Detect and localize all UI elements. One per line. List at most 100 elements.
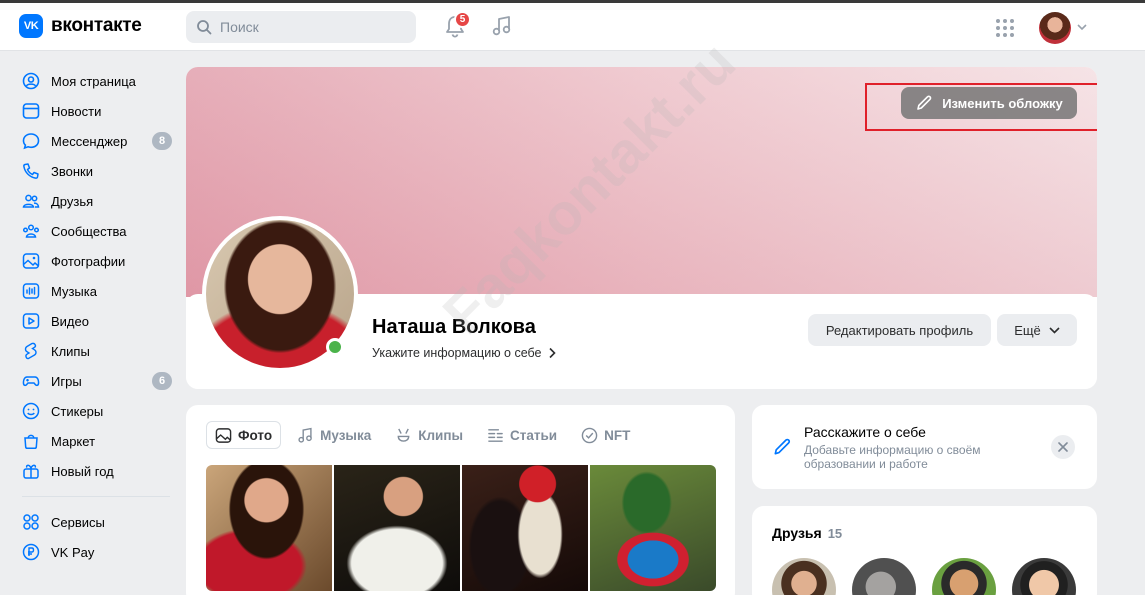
phone-icon xyxy=(23,163,39,179)
sidebar-item-stickers[interactable]: Стикеры xyxy=(16,396,176,426)
tab-label: Фото xyxy=(238,427,273,443)
friends-card: Друзья 15 xyxy=(752,506,1097,595)
sidebar-item-label: Мессенджер xyxy=(51,133,128,149)
sidebar-item-label: Видео xyxy=(51,313,89,329)
sidebar-item-label: Новый год xyxy=(51,463,114,479)
image-icon xyxy=(215,427,232,443)
vk-logo[interactable]: VK вконтакте xyxy=(19,14,142,38)
sidebar-item-my-page[interactable]: Моя страница xyxy=(16,66,176,96)
sidebar-item-label: Фотографии xyxy=(51,253,126,269)
online-status-dot xyxy=(326,338,344,356)
search-icon xyxy=(197,20,212,35)
sidebar-item-calls[interactable]: Звонки xyxy=(16,156,176,186)
about-prompt-card[interactable]: Расскажите о себе Добавьте информацию о … xyxy=(752,405,1097,489)
stickers-icon xyxy=(22,402,40,420)
chevron-down-icon[interactable] xyxy=(1077,23,1087,31)
friends-count: 15 xyxy=(827,526,843,541)
chevron-right-icon xyxy=(548,347,556,359)
music-icon[interactable] xyxy=(491,15,513,37)
sidebar-item-label: Музыка xyxy=(51,283,97,299)
sidebar-item-label: Новости xyxy=(51,103,102,119)
tab-photos[interactable]: Фото xyxy=(206,421,282,449)
profile-name: Наташа Волкова xyxy=(372,316,536,338)
games-icon xyxy=(22,376,40,387)
sidebar-item-friends[interactable]: Друзья xyxy=(16,186,176,216)
sidebar-item-label: Сообщества xyxy=(51,223,127,239)
nft-icon xyxy=(581,427,598,443)
services-icon xyxy=(23,514,39,530)
chevron-down-icon xyxy=(1049,326,1060,334)
tab-label: NFT xyxy=(604,427,631,443)
communities-icon xyxy=(22,224,40,238)
about-subtitle: Добавьте информацию о своём образовании … xyxy=(804,443,981,471)
friend-avatar[interactable] xyxy=(772,558,836,595)
highlight-frame xyxy=(865,83,1097,131)
pencil-icon xyxy=(774,438,791,455)
photo-icon xyxy=(22,253,40,269)
sidebar-item-label: VK Pay xyxy=(51,544,95,560)
avatar[interactable] xyxy=(1039,12,1071,44)
sidebar-item-label: Стикеры xyxy=(51,403,104,419)
music-icon xyxy=(22,283,40,299)
tab-label: Статьи xyxy=(510,427,558,443)
more-button[interactable]: Ещё xyxy=(997,314,1077,346)
vk-logo-text: вконтакте xyxy=(51,15,142,36)
search-input[interactable]: Поиск xyxy=(186,11,416,43)
about-title: Расскажите о себе xyxy=(804,424,926,440)
sidebar-item-label: Друзья xyxy=(51,193,94,209)
apps-grid-icon[interactable] xyxy=(995,18,1015,38)
sidebar-item-services[interactable]: Сервисы xyxy=(16,507,176,537)
sidebar-item-label: Звонки xyxy=(51,163,93,179)
sidebar-item-label: Игры xyxy=(51,373,82,389)
music-note-icon xyxy=(298,427,312,443)
sidebar-item-new-year[interactable]: Новый год xyxy=(16,456,176,486)
vkpay-icon xyxy=(22,543,40,561)
articles-icon xyxy=(488,428,503,442)
sidebar-item-label: Клипы xyxy=(51,343,90,359)
friends-list xyxy=(772,558,1076,595)
friend-avatar[interactable] xyxy=(852,558,916,595)
tab-music[interactable]: Музыка xyxy=(289,421,379,449)
clips-icon xyxy=(397,428,410,442)
sidebar-item-label: Моя страница xyxy=(51,73,136,89)
sidebar-item-vk-pay[interactable]: VK Pay xyxy=(16,537,176,567)
edit-profile-button[interactable]: Редактировать профиль xyxy=(808,314,991,346)
sidebar-item-video[interactable]: Видео xyxy=(16,306,176,336)
notifications-badge: 5 xyxy=(454,11,471,28)
profile-info-link[interactable]: Укажите информацию о себе xyxy=(372,346,556,360)
close-button[interactable] xyxy=(1051,435,1075,459)
more-button-label: Ещё xyxy=(1014,322,1041,338)
sidebar-item-photos[interactable]: Фотографии xyxy=(16,246,176,276)
photo-thumbnail[interactable] xyxy=(590,465,716,591)
tab-clips[interactable]: Клипы xyxy=(387,421,471,449)
sidebar-item-clips[interactable]: Клипы xyxy=(16,336,176,366)
user-circle-icon xyxy=(22,72,40,90)
media-card: Фото Музыка Клипы Статьи NFT xyxy=(186,405,735,595)
profile-info-label: Укажите информацию о себе xyxy=(372,346,542,360)
messenger-count-badge: 8 xyxy=(152,132,172,150)
games-count-badge: 6 xyxy=(152,372,172,390)
photo-grid xyxy=(206,465,716,591)
sidebar-item-label: Сервисы xyxy=(51,514,105,530)
photo-thumbnail[interactable] xyxy=(334,465,460,591)
news-icon xyxy=(22,103,40,119)
friend-avatar[interactable] xyxy=(932,558,996,595)
top-header: VK вконтакте Поиск 5 xyxy=(0,3,1145,51)
profile-card: Изменить обложку Наташа Волкова Укажите … xyxy=(186,67,1097,389)
sidebar-item-news[interactable]: Новости xyxy=(16,96,176,126)
sidebar-item-games[interactable]: Игры 6 xyxy=(16,366,176,396)
tab-articles[interactable]: Статьи xyxy=(479,421,565,449)
sidebar-item-messenger[interactable]: Мессенджер 8 xyxy=(16,126,176,156)
sidebar-item-market[interactable]: Маркет xyxy=(16,426,176,456)
sidebar-item-music[interactable]: Музыка xyxy=(16,276,176,306)
sidebar-item-communities[interactable]: Сообщества xyxy=(16,216,176,246)
photo-thumbnail[interactable] xyxy=(206,465,332,591)
friends-header[interactable]: Друзья 15 xyxy=(772,525,842,541)
friends-icon xyxy=(22,194,40,208)
photo-thumbnail[interactable] xyxy=(462,465,588,591)
media-tabs: Фото Музыка Клипы Статьи NFT xyxy=(206,421,638,449)
vk-logo-mark: VK xyxy=(19,14,43,38)
tab-label: Клипы xyxy=(418,427,464,443)
friend-avatar[interactable] xyxy=(1012,558,1076,595)
tab-nft[interactable]: NFT xyxy=(573,421,638,449)
